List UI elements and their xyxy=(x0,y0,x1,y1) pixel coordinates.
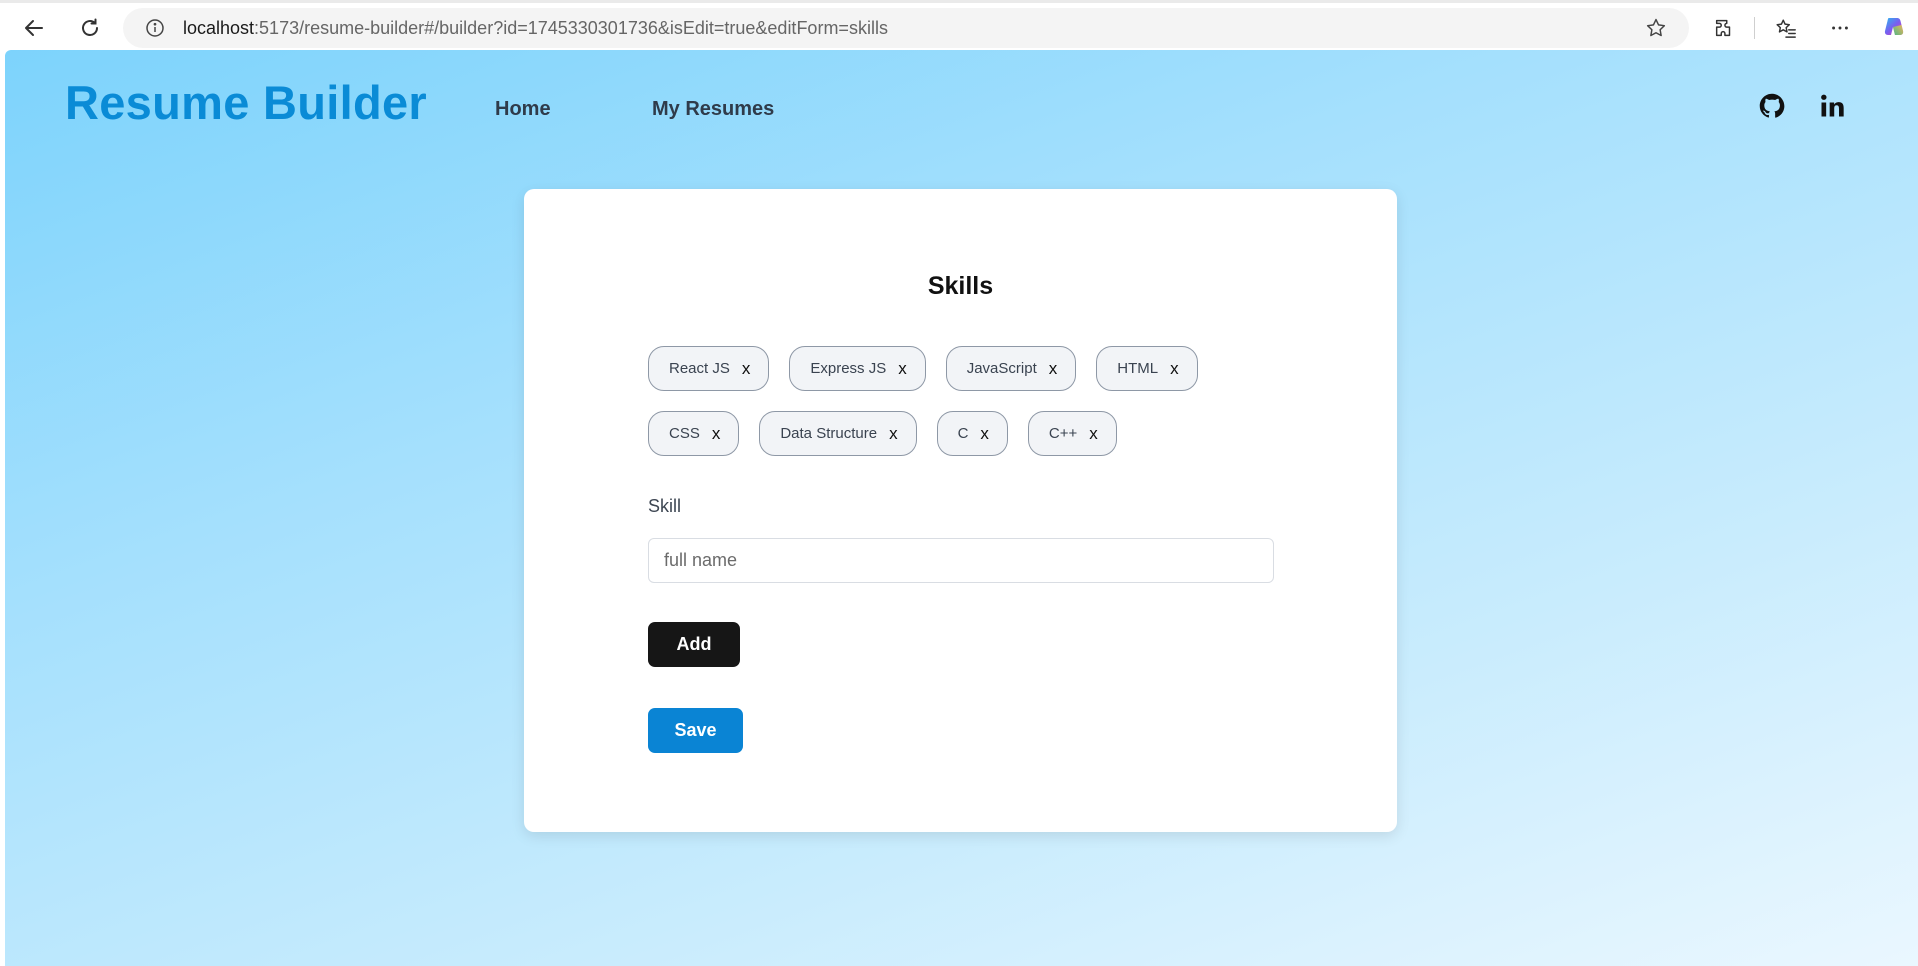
url-text: localhost:5173/resume-builder#/builder?i… xyxy=(183,18,888,39)
skills-card: Skills React JS x Express JS x JavaScrip… xyxy=(524,189,1397,832)
favorites-icon[interactable] xyxy=(1769,11,1803,45)
remove-skill-button[interactable]: x xyxy=(898,359,907,379)
skill-chip: Express JS x xyxy=(789,346,926,391)
skill-chip-label: C++ xyxy=(1048,425,1078,442)
remove-skill-button[interactable]: x xyxy=(712,424,721,444)
address-bar[interactable]: localhost:5173/resume-builder#/builder?i… xyxy=(123,8,1689,48)
remove-skill-button[interactable]: x xyxy=(1170,359,1179,379)
info-icon[interactable] xyxy=(145,18,165,38)
skill-chip-label: Data Structure xyxy=(780,425,878,442)
app-background: Resume Builder Home My Resumes Skills Re… xyxy=(5,50,1918,966)
skill-chip: C x xyxy=(936,411,1008,456)
add-skill-button[interactable]: Add xyxy=(648,622,740,667)
skill-chip-label: JavaScript xyxy=(966,360,1037,377)
skill-chip-label: Express JS xyxy=(810,360,887,377)
skill-field-label: Skill xyxy=(648,496,682,516)
favorite-star-icon[interactable] xyxy=(1645,17,1667,39)
app-logo[interactable]: Resume Builder xyxy=(65,75,427,130)
remove-skill-button[interactable]: x xyxy=(889,424,898,444)
url-path: :5173/resume-builder#/builder?id=1745330… xyxy=(254,17,888,38)
toolbar-divider xyxy=(1754,17,1755,39)
skill-chips: React JS x Express JS x JavaScript x HTM… xyxy=(648,346,1288,456)
url-host: localhost xyxy=(183,17,255,38)
back-arrow-icon[interactable] xyxy=(17,11,51,45)
skill-chip-label: HTML xyxy=(1117,360,1159,377)
browser-toolbar: localhost:5173/resume-builder#/builder?i… xyxy=(0,0,1918,50)
copilot-icon[interactable] xyxy=(1877,11,1911,45)
nav-home[interactable]: Home xyxy=(495,98,551,121)
skill-chip: Data Structure x xyxy=(759,411,917,456)
skill-chip: HTML x xyxy=(1096,346,1198,391)
nav-my-resumes[interactable]: My Resumes xyxy=(652,98,774,121)
skill-chip-label: CSS xyxy=(669,425,700,442)
skill-chip: C++ x xyxy=(1027,411,1117,456)
remove-skill-button[interactable]: x xyxy=(980,424,989,444)
skill-chip: CSS x xyxy=(648,411,740,456)
form-title: Skills xyxy=(927,272,994,300)
skill-chip: JavaScript x xyxy=(945,346,1077,391)
skill-chip: React JS x xyxy=(648,346,770,391)
save-button[interactable]: Save xyxy=(648,708,743,753)
skill-chip-label: C xyxy=(957,425,969,442)
remove-skill-button[interactable]: x xyxy=(1049,359,1058,379)
skill-input[interactable] xyxy=(648,538,1274,583)
skill-chip-label: React JS xyxy=(669,360,730,377)
more-icon[interactable] xyxy=(1823,11,1857,45)
remove-skill-button[interactable]: x xyxy=(1089,424,1098,444)
linkedin-icon[interactable] xyxy=(1816,90,1848,122)
github-icon[interactable] xyxy=(1756,90,1788,122)
remove-skill-button[interactable]: x xyxy=(742,359,751,379)
extensions-icon[interactable] xyxy=(1707,11,1741,45)
reload-icon[interactable] xyxy=(73,11,107,45)
